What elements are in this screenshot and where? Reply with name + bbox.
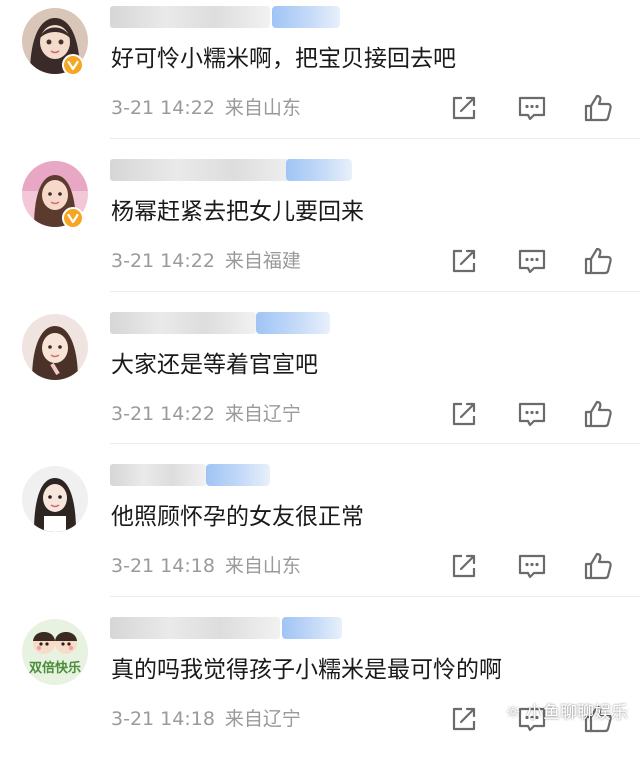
comment-text: 好可怜小糯米啊，把宝贝接回去吧 [111,46,456,72]
verified-icon [67,213,79,224]
comment-meta: 3-21 14:18 来自辽宁 [111,706,301,732]
comment-item: 双倍快乐 真的吗我觉得孩子小糯米是最可怜的啊 3-21 14:18 来自辽宁 [0,611,640,764]
share-icon [452,707,476,731]
comment-button[interactable] [516,92,548,124]
comment-time: 3-21 14:22 [111,97,215,119]
like-button[interactable] [582,245,614,277]
divider [110,291,640,292]
comment-item: 杨幂赶紧去把女儿要回来 3-21 14:22 来自福建 [0,153,640,306]
avatar-girl-photo-icon [22,466,88,532]
comment-location: 来自福建 [224,250,301,272]
comment-item: 他照顾怀孕的女友很正常 3-21 14:18 来自山东 [0,458,640,611]
blurred-username[interactable] [110,464,206,486]
verified-icon [67,60,79,71]
share-button[interactable] [448,92,480,124]
comment-icon [518,96,546,121]
blurred-user-badge [206,464,270,486]
comment-location: 来自山东 [224,555,301,577]
blurred-user-badge [286,159,352,181]
like-button[interactable] [582,550,614,582]
blurred-user-badge [256,312,330,334]
comment-item: 大家还是等着官宣吧 3-21 14:22 来自辽宁 [0,306,640,459]
divider [110,138,640,139]
thumbs-up-icon [584,552,612,580]
comment-location: 来自山东 [224,97,301,119]
share-button[interactable] [448,245,480,277]
share-icon [452,554,476,578]
verified-badge [62,207,84,229]
divider [110,596,640,597]
like-button[interactable] [582,398,614,430]
thumbs-up-icon [584,400,612,428]
thumbs-up-icon [584,247,612,275]
share-icon [452,249,476,273]
blurred-user-badge [282,617,342,639]
user-avatar[interactable]: 双倍快乐 [22,619,88,685]
comment-icon [518,554,546,579]
share-button[interactable] [448,703,480,735]
comment-time: 3-21 14:22 [111,250,215,272]
avatar-caption: 双倍快乐 [29,660,81,676]
thumbs-up-icon [584,94,612,122]
comment-time: 3-21 14:18 [111,555,215,577]
watermark-logo-icon: ☼ [505,703,521,723]
comment-meta: 3-21 14:22 来自福建 [111,248,301,274]
divider [110,443,640,444]
comment-button[interactable] [516,245,548,277]
user-avatar[interactable] [22,314,88,380]
comment-icon [518,249,546,274]
comment-meta: 3-21 14:18 来自山东 [111,553,301,579]
watermark: ☼ 小鱼聊聊娱乐 [505,698,628,723]
user-avatar[interactable] [22,466,88,532]
comment-item: 好可怜小糯米啊，把宝贝接回去吧 3-21 14:22 来自山东 [0,0,640,153]
blurred-username[interactable] [110,617,280,639]
blurred-user-badge [272,6,340,28]
comment-meta: 3-21 14:22 来自辽宁 [111,401,301,427]
comment-button[interactable] [516,550,548,582]
avatar-girl-photo-icon [22,314,88,380]
verified-badge [62,54,84,76]
comment-text: 杨幂赶紧去把女儿要回来 [111,199,364,225]
like-button[interactable] [582,92,614,124]
blurred-username[interactable] [110,159,300,181]
share-icon [452,96,476,120]
share-icon [452,402,476,426]
watermark-text: 小鱼聊聊娱乐 [526,703,628,723]
blurred-username[interactable] [110,312,256,334]
comment-location: 来自辽宁 [224,708,301,730]
blurred-username[interactable] [110,6,270,28]
comment-text: 大家还是等着官宣吧 [111,352,318,378]
comment-button[interactable] [516,398,548,430]
comment-location: 来自辽宁 [224,403,301,425]
comment-time: 3-21 14:18 [111,708,215,730]
comment-time: 3-21 14:22 [111,403,215,425]
share-button[interactable] [448,550,480,582]
comment-text: 他照顾怀孕的女友很正常 [111,504,364,530]
comment-text: 真的吗我觉得孩子小糯米是最可怜的啊 [111,657,502,683]
comment-meta: 3-21 14:22 来自山东 [111,95,301,121]
comment-icon [518,402,546,427]
avatar-cartoon-couple-icon: 双倍快乐 [22,619,88,685]
share-button[interactable] [448,398,480,430]
